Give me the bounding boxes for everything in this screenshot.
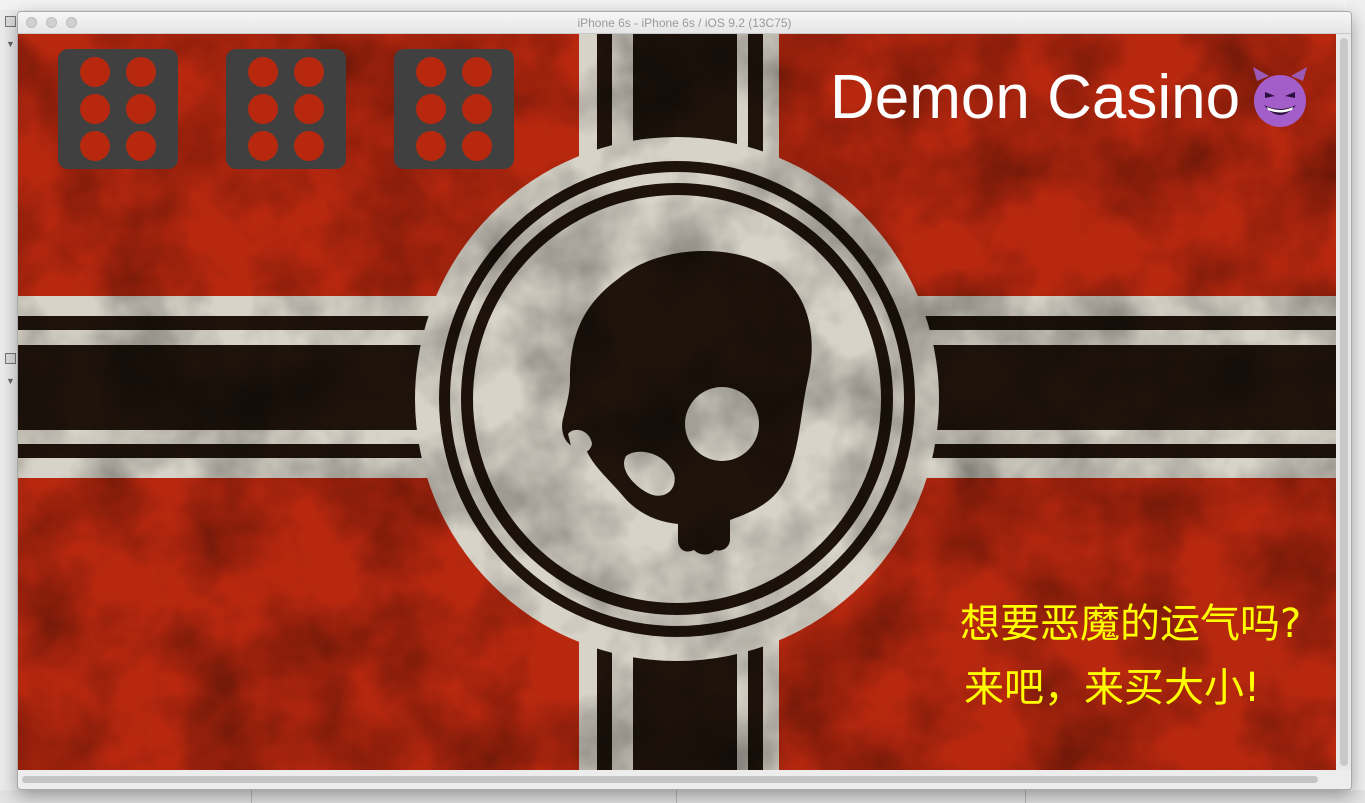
horizontal-scroll-thumb[interactable] — [22, 776, 1318, 783]
die-1[interactable] — [58, 49, 178, 169]
gutter-panel-icon[interactable] — [5, 16, 16, 27]
horizontal-scrollbar[interactable] — [18, 770, 1351, 789]
window-title: iPhone 6s - iPhone 6s / iOS 9.2 (13C75) — [577, 16, 792, 30]
die-2[interactable] — [226, 49, 346, 169]
skull-flag-background — [18, 34, 1336, 770]
disclosure-triangle-icon[interactable]: ▼ — [6, 40, 15, 49]
gutter-panel-icon[interactable] — [5, 353, 16, 364]
ide-left-gutter: ▼ ▼ — [0, 10, 18, 803]
die-3[interactable] — [394, 49, 514, 169]
promo-line-2: 来吧，来买大小! — [964, 665, 1261, 711]
promo-line-1: 想要恶魔的运气吗? — [960, 601, 1302, 647]
vertical-scroll-thumb[interactable] — [1340, 38, 1348, 766]
vertical-scrollbar[interactable] — [1337, 34, 1351, 770]
smiling-imp-icon — [1253, 67, 1307, 127]
disclosure-triangle-icon[interactable]: ▼ — [6, 377, 15, 386]
device-screen[interactable]: Demon Casino 想要恶魔的运气吗? 来吧，来买大小! — [18, 34, 1336, 770]
app-title: Demon Casino — [830, 63, 1241, 132]
ide-top-toolbar — [0, 0, 1365, 10]
ide-bottom-bar — [0, 790, 1365, 803]
simulator-window: iPhone 6s - iPhone 6s / iOS 9.2 (13C75) — [17, 11, 1352, 790]
window-titlebar[interactable]: iPhone 6s - iPhone 6s / iOS 9.2 (13C75) — [18, 12, 1351, 34]
